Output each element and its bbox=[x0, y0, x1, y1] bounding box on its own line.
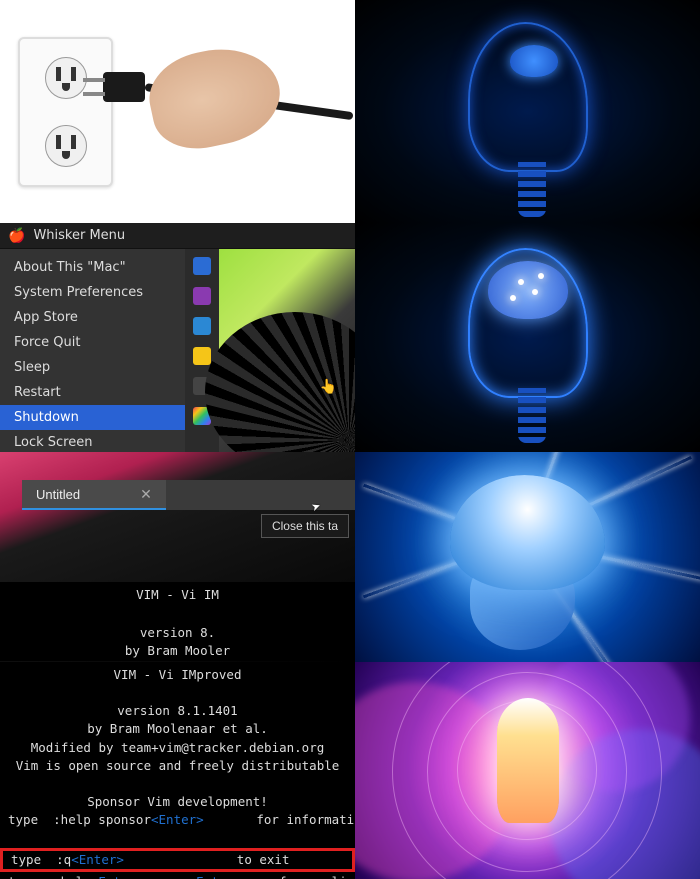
menubar[interactable]: 🍎 Whisker Menu bbox=[0, 223, 355, 249]
menu-item-about[interactable]: About This "Mac" bbox=[0, 255, 185, 280]
vim-author: by Bram Moolenaar et al. bbox=[0, 720, 355, 738]
vim-version: version 8.1.1401 bbox=[0, 702, 355, 720]
vim-splash-partial: VIM - Vi IM version 8. by Bram Mooler bbox=[0, 582, 355, 661]
vim-help-sponsor: type :help sponsor<Enter> for informatio… bbox=[0, 811, 355, 829]
menu-item-sleep[interactable]: Sleep bbox=[0, 355, 185, 380]
brain-icon bbox=[488, 261, 568, 319]
spine bbox=[518, 162, 546, 217]
close-icon[interactable]: ✕ bbox=[140, 486, 152, 503]
panel-brain-stage-3 bbox=[355, 452, 700, 662]
panel-unplug bbox=[0, 0, 355, 223]
dock-icon[interactable] bbox=[193, 317, 211, 335]
menu-list: About This "Mac" System Preferences App … bbox=[0, 249, 185, 452]
tab-untitled[interactable]: Untitled ✕ bbox=[22, 480, 166, 510]
menu-item-forcequit[interactable]: Force Quit bbox=[0, 330, 185, 355]
menu-item-lockscreen[interactable]: Lock Screen bbox=[0, 430, 185, 452]
panel-brain-stage-2 bbox=[355, 223, 700, 452]
panel-brain-stage-1 bbox=[355, 0, 700, 223]
vim-modified: Modified by team+vim@tracker.debian.org bbox=[0, 739, 355, 757]
vim-sponsor: Sponsor Vim development! bbox=[0, 793, 355, 811]
power-plug bbox=[103, 72, 145, 102]
glowing-brain-icon bbox=[450, 475, 605, 590]
panel-brain-stage-4 bbox=[355, 662, 700, 879]
apple-icon[interactable]: 🍎 bbox=[8, 228, 25, 244]
tab-bar: Untitled ✕ bbox=[22, 480, 355, 510]
dock-icon[interactable] bbox=[193, 257, 211, 275]
tab-title: Untitled bbox=[36, 487, 80, 502]
menu-item-sysprefs[interactable]: System Preferences bbox=[0, 280, 185, 305]
whisker-menu-title[interactable]: Whisker Menu bbox=[33, 228, 125, 243]
vim-help-online: type :help<Enter> or <Enter> for on-line… bbox=[0, 873, 355, 879]
cursor-pointer-icon: 👆 bbox=[320, 379, 337, 452]
wall-outlet bbox=[18, 37, 113, 187]
menu-item-shutdown[interactable]: Shutdown bbox=[0, 405, 185, 430]
dock-icon[interactable] bbox=[193, 347, 211, 365]
panel-whisker-menu: 🍎 Whisker Menu About This "Mac" System P… bbox=[0, 223, 355, 452]
vim-quit-highlight: type :q<Enter> to exit bbox=[0, 848, 355, 872]
brain-icon bbox=[510, 45, 558, 77]
menu-item-appstore[interactable]: App Store bbox=[0, 305, 185, 330]
skull-outline bbox=[468, 22, 588, 172]
menu-item-restart[interactable]: Restart bbox=[0, 380, 185, 405]
vim-license: Vim is open source and freely distributa… bbox=[0, 757, 355, 775]
enlightened-figure-icon bbox=[497, 698, 559, 823]
vim-title: VIM - Vi IMproved bbox=[0, 666, 355, 684]
tooltip: Close this ta bbox=[261, 514, 349, 538]
hand bbox=[142, 38, 289, 158]
dock-icon[interactable] bbox=[193, 287, 211, 305]
panel-vim-quit: VIM - Vi IMproved version 8.1.1401 by Br… bbox=[0, 662, 355, 879]
panel-vim-tab-close: Untitled ✕ ➤ Close this ta VIM - Vi IM v… bbox=[0, 452, 355, 662]
spine bbox=[518, 388, 546, 443]
